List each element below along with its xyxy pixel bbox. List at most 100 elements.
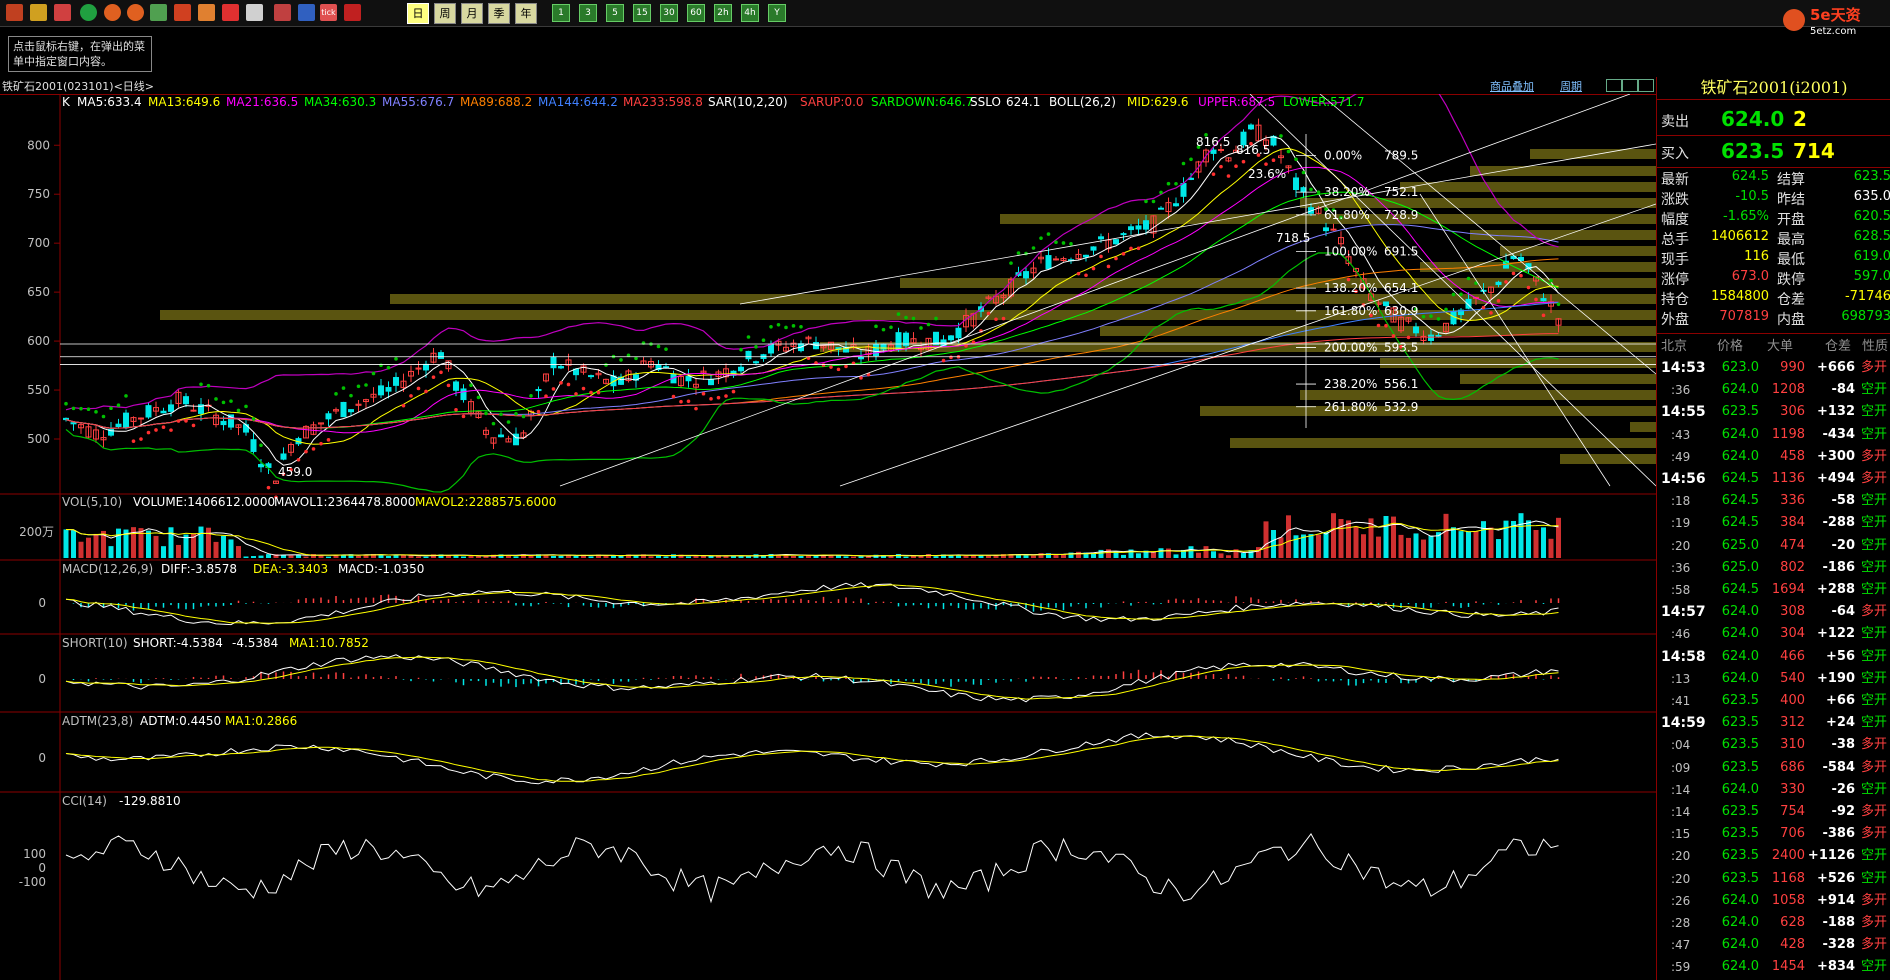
pen-icon[interactable] (174, 4, 191, 21)
folder-icon[interactable] (30, 4, 47, 21)
kline-chart[interactable]: 800 750 700 650 600 550 500 0.00% 789.5 38.20% 752… (0, 94, 1656, 980)
quote-value: 635.0 (1853, 189, 1890, 204)
zoom-out-icon[interactable] (127, 4, 144, 21)
candle-body (685, 376, 692, 382)
volume-bar (551, 555, 556, 558)
candle-body (160, 410, 167, 414)
tick-chart-icon[interactable]: tick (320, 4, 337, 21)
tick-price: 624.0 (1721, 648, 1759, 664)
candle-body (348, 409, 354, 413)
candle-body (1413, 326, 1419, 334)
interval-button-5[interactable]: 60 (687, 4, 705, 22)
volume-bar (138, 528, 144, 558)
sar-dot (1061, 241, 1066, 245)
period-button-3[interactable]: 季 (488, 3, 510, 24)
sar-dot (799, 324, 803, 329)
tick-nature: 多开 (1861, 759, 1888, 775)
context-tip: 点击鼠标右键，在弹出的菜单中指定窗口内容。 (8, 36, 152, 72)
brush-icon[interactable] (198, 4, 215, 21)
sar-dot (214, 397, 218, 401)
tile-icon[interactable] (150, 4, 167, 21)
volume-bar (1331, 513, 1336, 558)
volume-bar (588, 556, 594, 558)
tick-nature: 多开 (1861, 915, 1888, 930)
fib-val: 789.5 (1384, 149, 1418, 163)
volume-bar (71, 530, 76, 558)
expand-icon[interactable] (1622, 79, 1638, 92)
sar-dot (1189, 157, 1193, 162)
volume-bar (153, 535, 159, 558)
buy-qty: 714 (1793, 139, 1835, 163)
interval-button-3[interactable]: 15 (633, 4, 651, 22)
interval-button-0[interactable]: 1 (552, 4, 570, 22)
fib-val: 556.1 (1384, 377, 1418, 391)
period-button-0[interactable]: 日 (407, 3, 429, 24)
tick-qty: 540 (1780, 670, 1805, 686)
legend-item: MID:629.6 (1127, 95, 1189, 109)
osc-line (65, 654, 1559, 703)
tick-diff: +666 (1816, 360, 1855, 375)
volume-bar (686, 556, 691, 558)
interval-button-1[interactable]: 3 (579, 4, 597, 22)
tick-time: :14 (1671, 782, 1691, 797)
tick-diff: -288 (1822, 515, 1855, 531)
period-button-4[interactable]: 年 (515, 3, 537, 24)
zoom-in-icon[interactable] (104, 4, 121, 21)
sar-dot (1084, 273, 1088, 278)
sar-dot (401, 403, 406, 408)
interval-button-2[interactable]: 5 (606, 4, 624, 22)
interval-button-6[interactable]: 2h (714, 4, 732, 22)
volume-bar (198, 526, 204, 558)
legend-item: MA55:676.7 (382, 95, 454, 109)
volume-bar (251, 556, 256, 558)
tick-nature: 空开 (1861, 870, 1888, 886)
sar-dot (1159, 190, 1163, 195)
line-chart-icon[interactable] (298, 4, 315, 21)
cross-icon[interactable] (344, 4, 361, 21)
volume-bar (1361, 534, 1366, 558)
maximize-icon[interactable] (1638, 79, 1654, 92)
sar-dot (1144, 199, 1148, 204)
sar-dot (1264, 162, 1268, 166)
interval-button-7[interactable]: 4h (741, 4, 759, 22)
home-icon[interactable] (6, 4, 23, 21)
volume-bar (1203, 546, 1209, 558)
sar-dot (1091, 266, 1096, 271)
period-link[interactable]: 周期 (1560, 78, 1582, 94)
candle-body (460, 388, 467, 401)
shrink-icon[interactable] (1606, 79, 1622, 92)
candle-body (190, 409, 197, 412)
new-icon[interactable] (246, 4, 263, 21)
sar-dot (761, 338, 766, 343)
filter-icon[interactable] (222, 4, 239, 21)
quote-value: 1406612 (1711, 229, 1769, 244)
window-icon[interactable] (54, 4, 71, 21)
candle-body (123, 412, 129, 428)
tick-time: :59 (1671, 960, 1691, 975)
sar-dot (169, 428, 173, 432)
volume-bar (798, 556, 804, 558)
refresh-icon[interactable] (80, 4, 97, 21)
table-icon[interactable] (274, 4, 291, 21)
candle-body (1300, 187, 1307, 193)
interval-button-8[interactable]: Y (768, 4, 786, 22)
period-button-1[interactable]: 周 (434, 3, 456, 24)
volume-profile-bar (1300, 390, 1656, 400)
osc-line (65, 732, 1559, 785)
interval-button-4[interactable]: 30 (660, 4, 678, 22)
tick-nature: 空开 (1861, 626, 1888, 642)
tick-time: :58 (1671, 583, 1691, 597)
volume-bar (671, 554, 676, 558)
volume-profile-bar (1630, 422, 1656, 432)
tick-qty: 1208 (1771, 382, 1805, 398)
sell-price: 624.0 (1721, 107, 1785, 131)
period-button-2[interactable]: 月 (461, 3, 483, 24)
sar-dot (94, 410, 98, 414)
quote-value: 619.0 (1853, 249, 1890, 264)
quote-panel: 铁矿石2001(i2001) 卖出 624.0 2 买入 623.5 714 最新 624.5 结… (1656, 77, 1890, 980)
sar-dot (911, 316, 916, 321)
quote-label: 最新 (1661, 172, 1689, 188)
overlay-link[interactable]: 商品叠加 (1490, 78, 1534, 94)
tick-nature: 多开 (1861, 360, 1888, 375)
symbol-title: 铁矿石2001(i2001) (1657, 77, 1890, 100)
